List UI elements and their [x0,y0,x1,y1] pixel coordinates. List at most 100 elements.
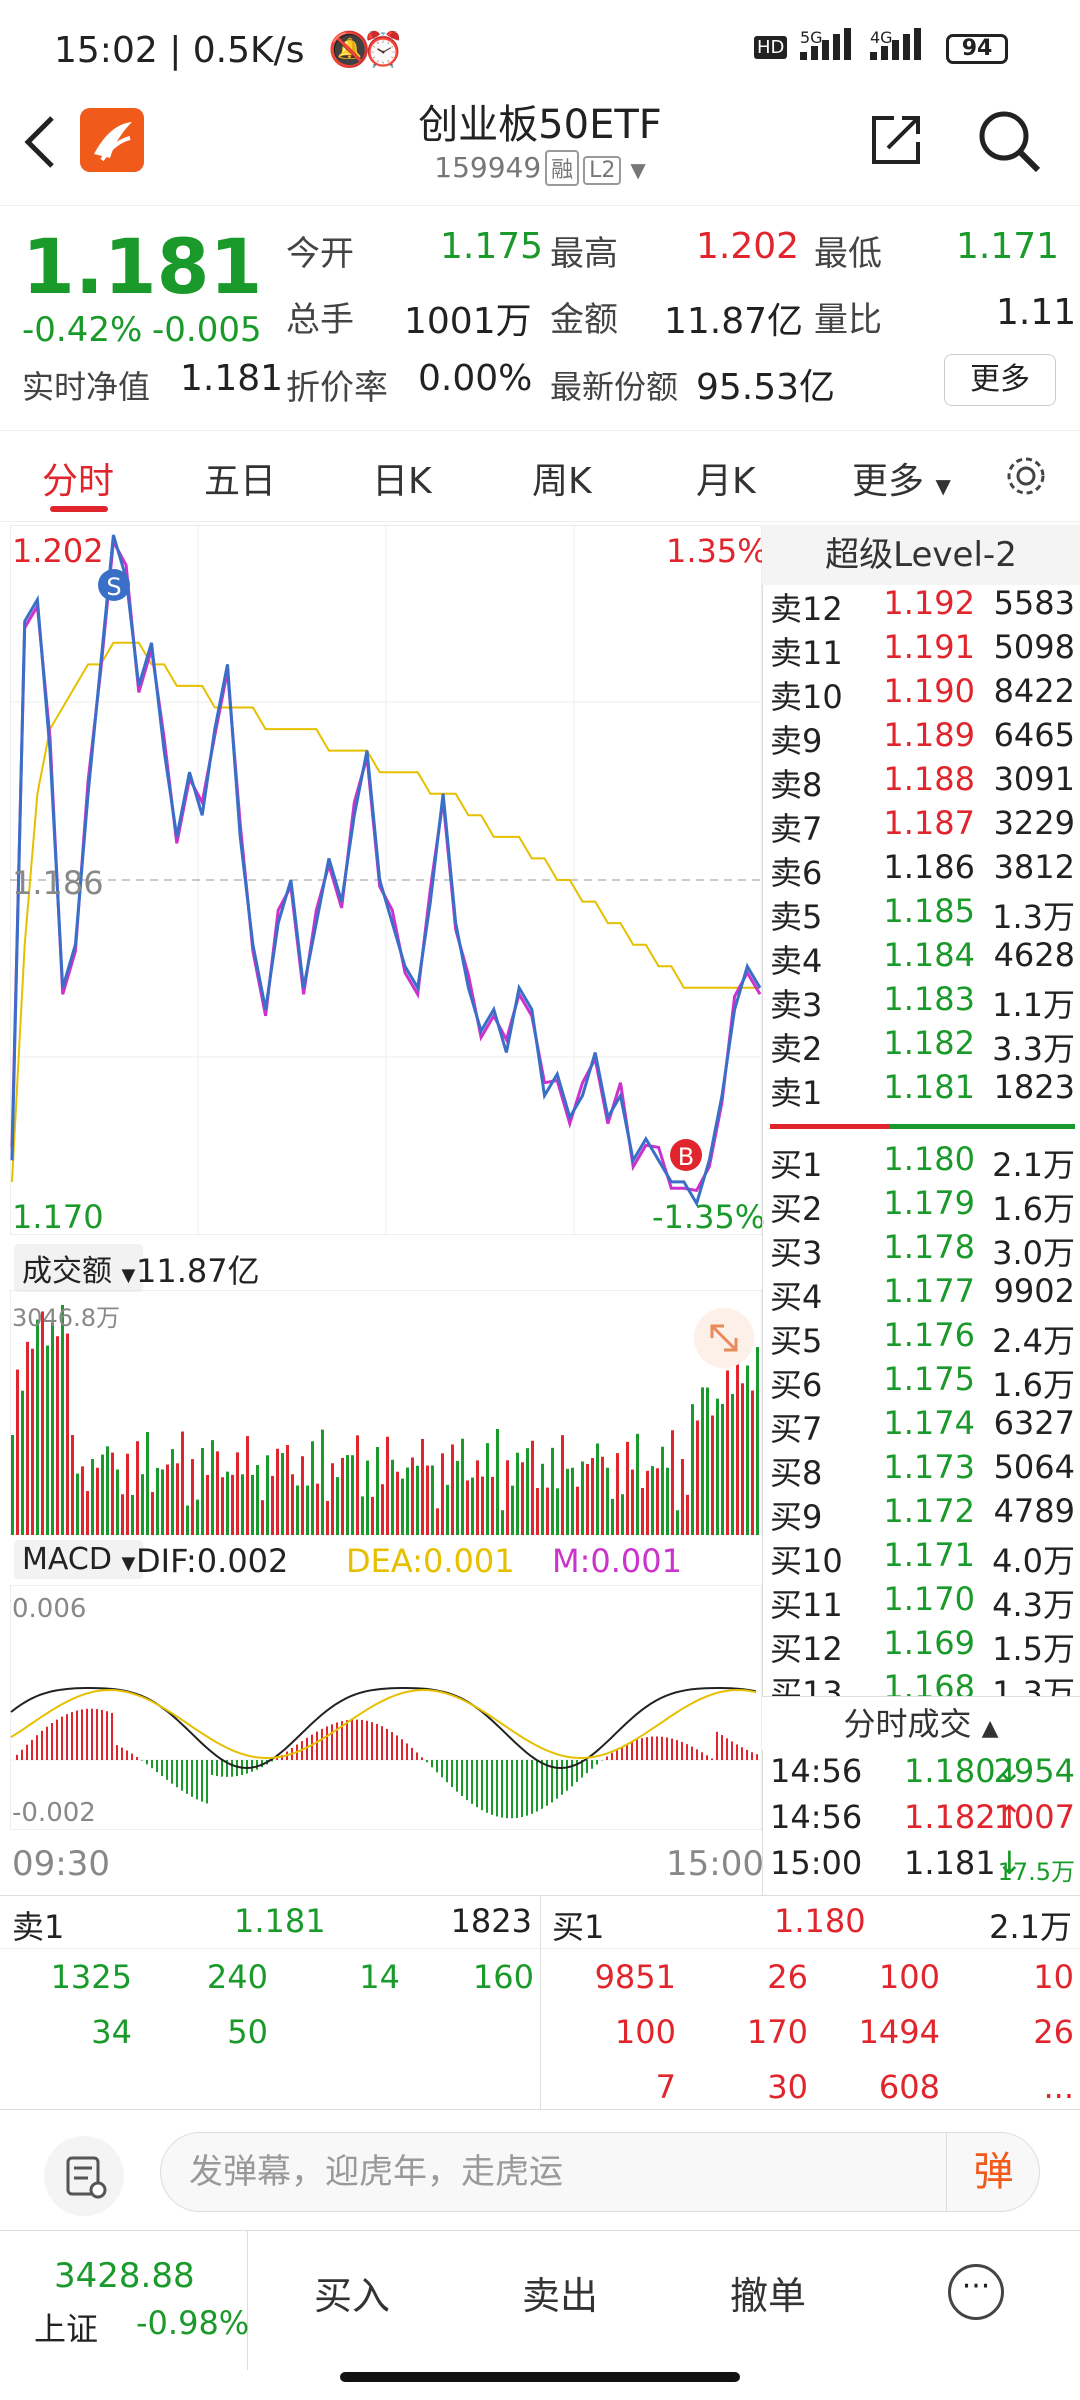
level-volume: 3812 [993,848,1075,886]
cancel-order-button[interactable]: 撤单 [730,2265,806,2320]
bid-row[interactable]: 买1 1.180 2.1万 [770,1140,1075,1184]
macd-bar [61,1716,63,1760]
volume-bar [661,1446,664,1535]
buy-button[interactable]: 买入 [314,2265,390,2320]
level-volume: 3091 [993,760,1075,798]
macd-bar [36,1735,38,1760]
volume-bar [196,1499,199,1535]
buy-marker-icon[interactable]: B [670,1139,702,1171]
nav-label: 实时净值 [22,368,151,406]
ask-row[interactable]: 卖9 1.189 6465 [770,716,1075,760]
tick-volume: 17.5万 [997,1858,1075,1886]
volume-bar [71,1435,74,1535]
volume-bar [431,1465,434,1535]
macd-bar [326,1726,328,1760]
ask-row[interactable]: 卖8 1.188 3091 [770,760,1075,804]
macd-bar [276,1758,278,1760]
sell-button[interactable]: 卖出 [522,2265,598,2320]
macd-bar [566,1760,568,1791]
macd-bar [361,1719,363,1760]
search-icon[interactable] [974,106,1044,176]
volume-bar [346,1455,349,1535]
level-name: 卖9 [770,722,823,760]
macd-chart[interactable] [10,1585,762,1830]
ask-row[interactable]: 卖4 1.184 4628 [770,936,1075,980]
bid-row[interactable]: 买8 1.173 5064 [770,1448,1075,1492]
bid-row[interactable]: 买9 1.172 4789 [770,1492,1075,1536]
macd-bar [681,1741,683,1760]
volume-bar [426,1465,429,1535]
volume-bar [76,1473,79,1535]
more-button[interactable]: 更多 [944,354,1056,406]
macd-bar [346,1720,348,1760]
macd-bar [521,1760,523,1818]
volume-bar [446,1484,449,1535]
macd-bar [616,1749,618,1760]
sell-marker-icon[interactable]: S [98,569,130,601]
macd-bar [596,1760,598,1765]
buy-queue-item: 100 [878,1958,940,1996]
more-options-icon[interactable]: ··· [948,2264,1004,2320]
bid-row[interactable]: 买6 1.175 1.6万 [770,1360,1075,1404]
ticks-title[interactable]: 分时成交 ▲ [762,1696,1080,1750]
danmaku-toggle-button[interactable]: 弹 [946,2132,1040,2212]
macd-bar [651,1736,653,1760]
ask-row[interactable]: 卖11 1.191 5098 [770,628,1075,672]
ask-row[interactable]: 卖1 1.181 1823 [770,1068,1075,1112]
amount-indicator-select[interactable]: 成交额 ▼ [14,1244,144,1292]
bid-row[interactable]: 买4 1.177 9902 [770,1272,1075,1316]
current-price: 1.181 [22,222,263,311]
volume-bar [136,1441,139,1535]
volume-bar [11,1435,14,1535]
volume-bar [231,1474,234,1535]
volume-bar [221,1477,224,1535]
ask-row[interactable]: 卖7 1.187 3229 [770,804,1075,848]
volume-bar [476,1460,479,1535]
macd-bar [161,1760,163,1777]
ask-row[interactable]: 卖2 1.182 3.3万 [770,1024,1075,1068]
volume-bar [131,1494,134,1535]
bid-row[interactable]: 买2 1.179 1.6万 [770,1184,1075,1228]
level2-title[interactable]: 超级Level-2 [762,525,1080,585]
ask-row[interactable]: 卖6 1.186 3812 [770,848,1075,892]
macd-bar [501,1760,503,1818]
notes-icon[interactable] [44,2136,124,2216]
volume-bar [56,1336,59,1535]
level-name: 卖7 [770,810,823,848]
bid-row[interactable]: 买12 1.169 1.5万 [770,1624,1075,1668]
tab-five-day[interactable]: 五日 [204,452,276,504]
volume-bar-chart[interactable] [10,1290,762,1535]
volume-bar [726,1370,729,1535]
bid-row[interactable]: 买11 1.170 4.3万 [770,1580,1075,1624]
ask-row[interactable]: 卖10 1.190 8422 [770,672,1075,716]
sell-queue-item: 240 [206,1958,268,1996]
expand-icon[interactable] [694,1308,754,1368]
macd-indicator-select[interactable]: MACD ▼ [14,1540,144,1579]
tab-weekly-k[interactable]: 周K [532,452,592,504]
share-icon[interactable] [866,110,926,170]
ask-row[interactable]: 卖12 1.192 5583 [770,584,1075,628]
tick-time: 14:56 [770,1752,863,1790]
macd-bar [256,1760,258,1770]
macd-bar [691,1746,693,1760]
intraday-price-chart[interactable]: S B [10,525,762,1235]
tab-intraday[interactable]: 分时 [42,452,114,504]
index-ticker[interactable]: 3428.88 上证 -0.98% [0,2230,249,2370]
ask-row[interactable]: 卖3 1.183 1.1万 [770,980,1075,1024]
tab-monthly-k[interactable]: 月K [696,452,756,504]
bid-row[interactable]: 买5 1.176 2.4万 [770,1316,1075,1360]
level-name: 买6 [770,1366,823,1404]
level-price: 1.190 [883,672,975,710]
ask-row[interactable]: 卖5 1.185 1.3万 [770,892,1075,936]
bid-row[interactable]: 买10 1.171 4.0万 [770,1536,1075,1580]
volume-bar [656,1468,659,1535]
bid-row[interactable]: 买7 1.174 6327 [770,1404,1075,1448]
danmaku-input[interactable]: 发弹幕，迎虎年，走虎运 [160,2132,1040,2212]
macd-bar [351,1719,353,1760]
tab-daily-k[interactable]: 日K [372,452,432,504]
macd-bar [406,1743,408,1760]
tab-more[interactable]: 更多 ▼ [852,452,951,504]
bid-row[interactable]: 买3 1.178 3.0万 [770,1228,1075,1272]
settings-gear-icon[interactable] [1004,454,1048,498]
l1-sell-label: 卖1 [12,1908,65,1946]
